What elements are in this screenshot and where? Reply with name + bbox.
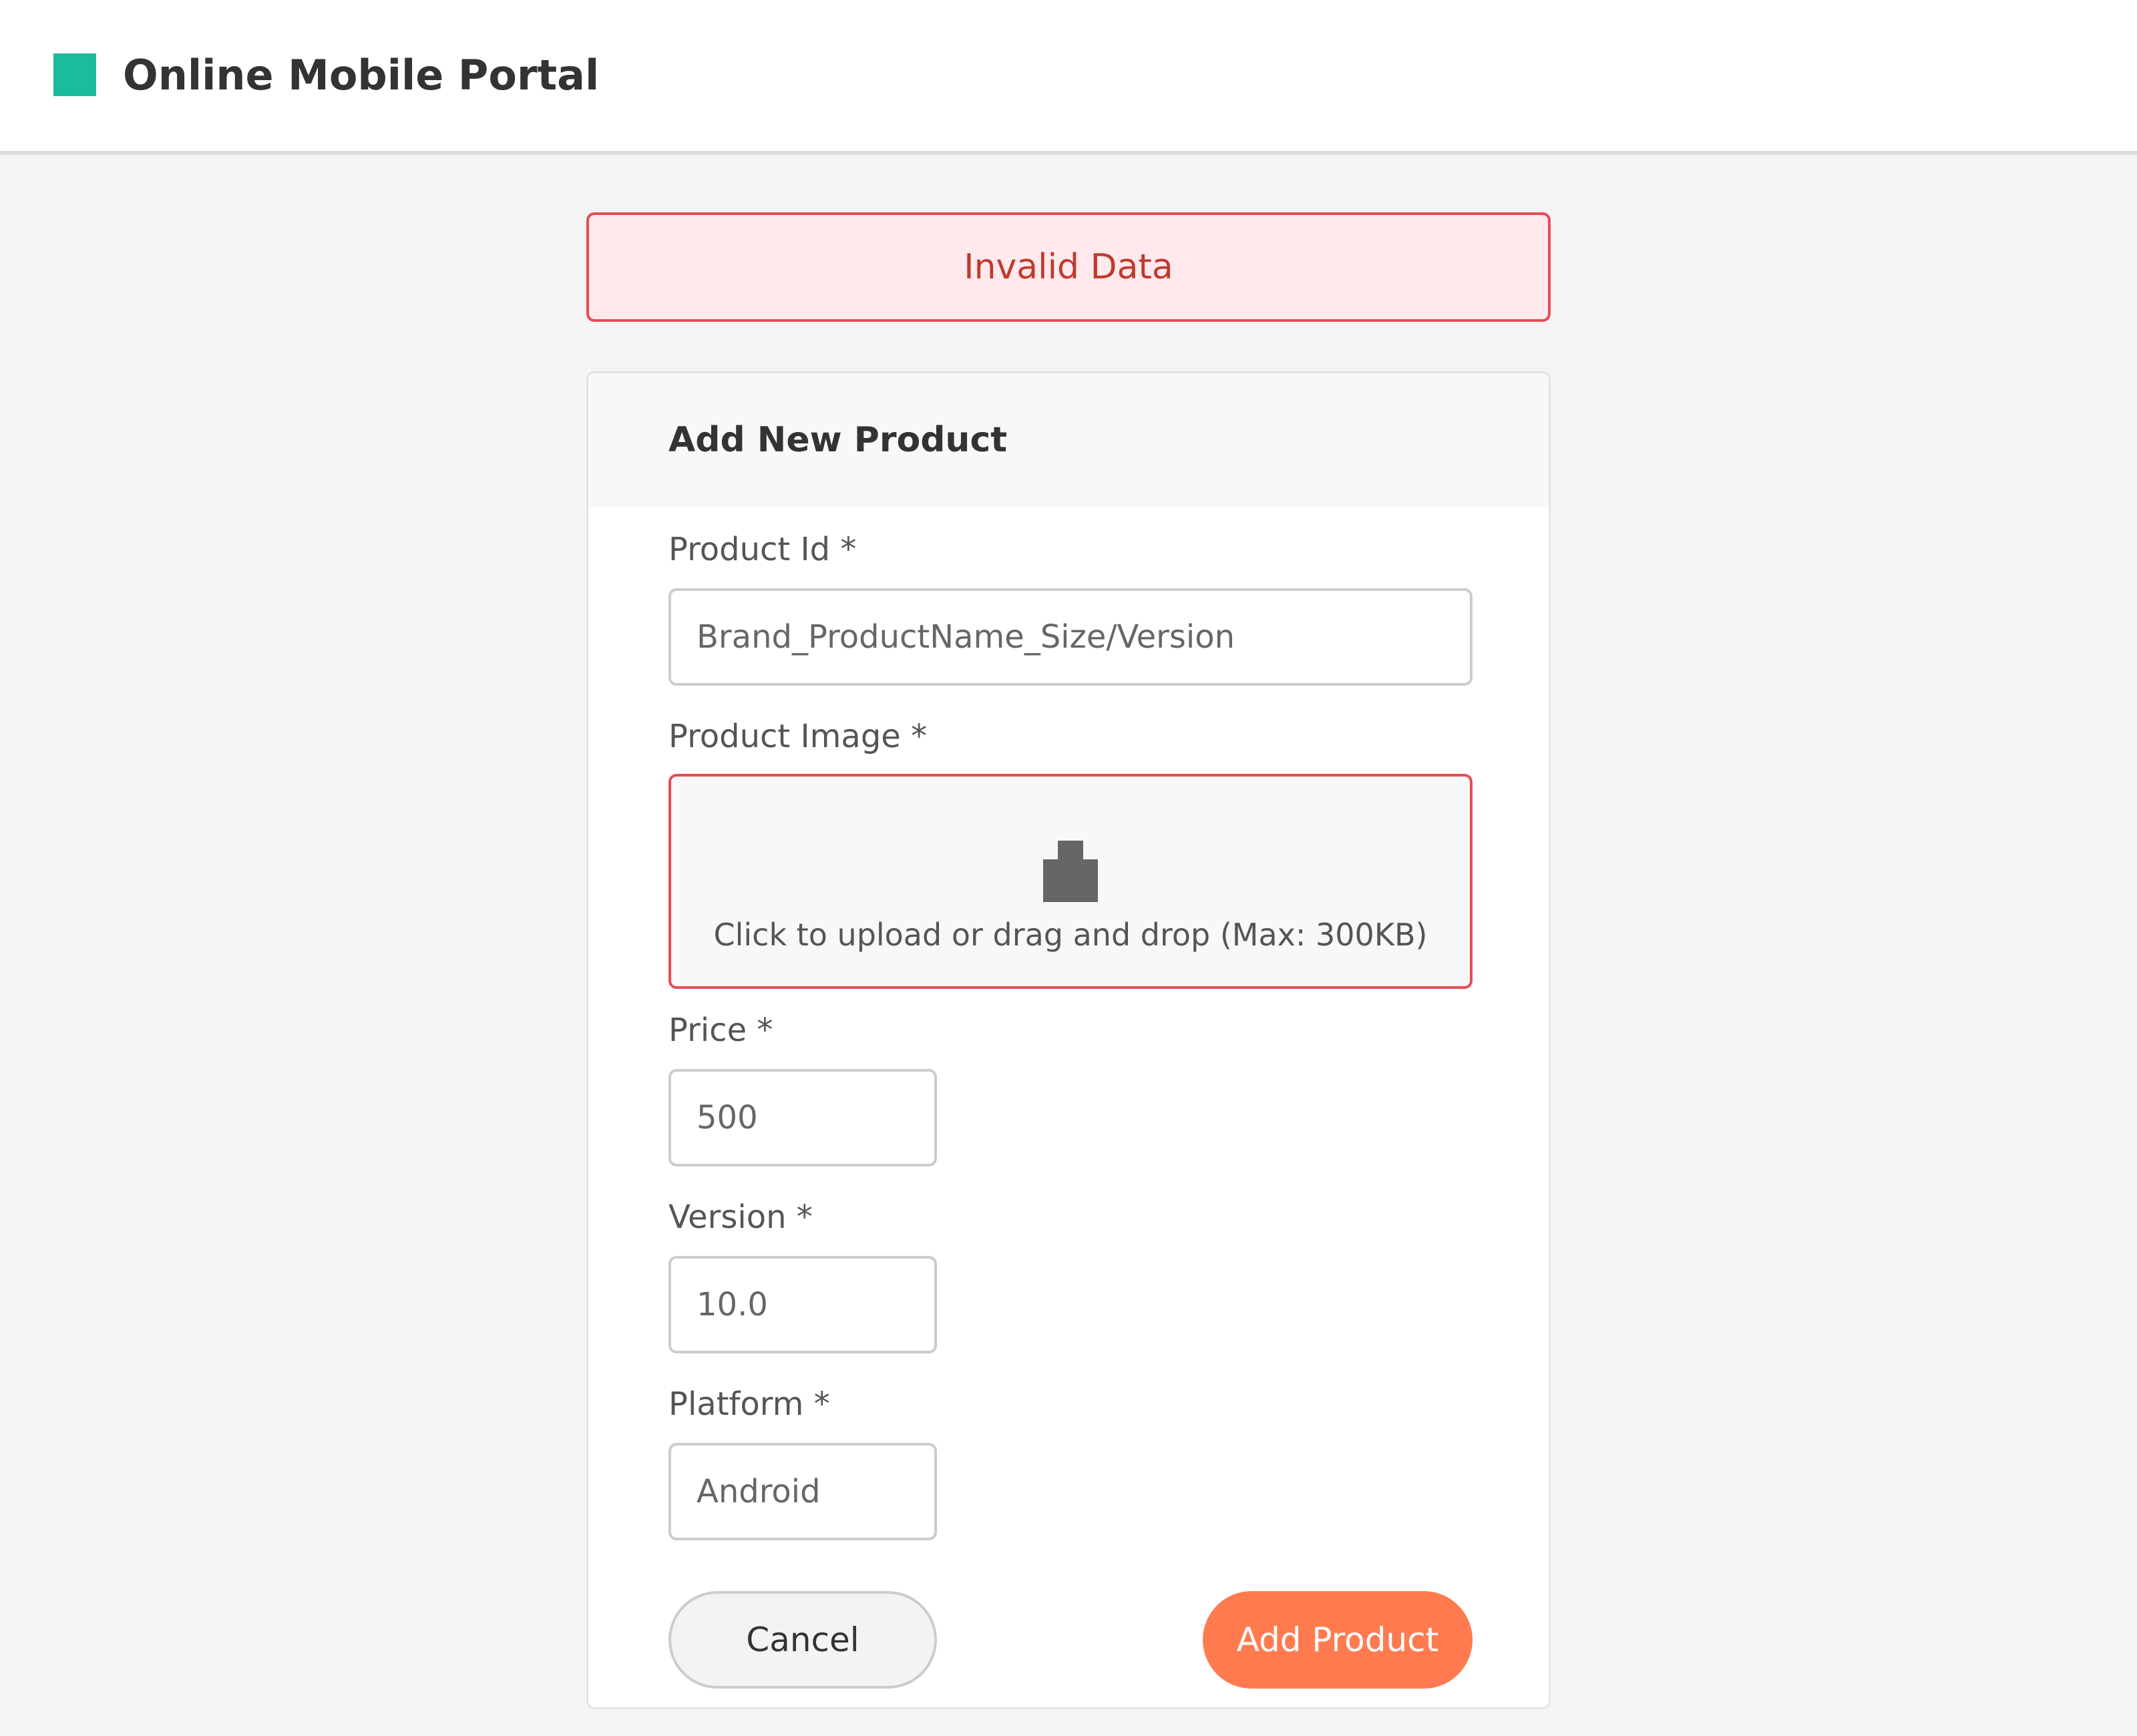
- upload-icon: [671, 841, 1470, 902]
- error-alert: Invalid Data: [586, 212, 1551, 322]
- product-id-label: Product Id *: [668, 531, 857, 568]
- app-title: Online Mobile Portal: [123, 51, 600, 99]
- alert-message: Invalid Data: [964, 247, 1173, 287]
- product-image-label: Product Image *: [668, 718, 928, 755]
- product-image-dropzone[interactable]: Click to upload or drag and drop (Max: 3…: [668, 774, 1473, 989]
- cancel-button[interactable]: Cancel: [668, 1591, 937, 1689]
- upload-instructions: Click to upload or drag and drop (Max: 3…: [713, 917, 1428, 953]
- form-title: Add New Product: [668, 420, 1008, 460]
- price-label: Price *: [668, 1012, 773, 1049]
- version-input[interactable]: [668, 1256, 937, 1353]
- version-label: Version *: [668, 1199, 813, 1236]
- form-header: Add New Product: [588, 373, 1549, 507]
- add-product-button[interactable]: Add Product: [1203, 1591, 1473, 1689]
- price-input[interactable]: [668, 1069, 937, 1166]
- platform-input[interactable]: [668, 1443, 937, 1540]
- product-id-input[interactable]: [668, 588, 1473, 686]
- top-navbar: Online Mobile Portal: [0, 0, 2137, 155]
- logo-icon: [53, 53, 96, 96]
- platform-label: Platform *: [668, 1385, 830, 1423]
- add-product-form: Add New Product Product Id * Product Ima…: [586, 371, 1551, 1709]
